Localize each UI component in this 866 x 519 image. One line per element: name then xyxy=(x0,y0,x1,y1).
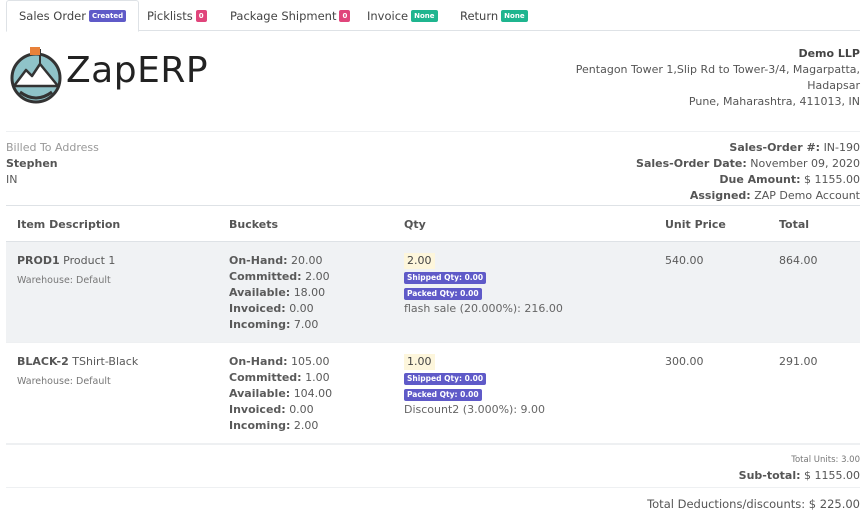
available-value: 18.00 xyxy=(293,286,326,299)
table-header: Item Description Buckets Qty Unit Price … xyxy=(6,205,860,242)
status-badge: None xyxy=(501,9,528,22)
committed-value: 2.00 xyxy=(305,270,330,283)
packed-qty-badge: Packed Qty: 0.00 xyxy=(404,389,482,401)
incoming-label: Incoming: xyxy=(229,419,291,432)
count-badge: 0 xyxy=(339,9,351,22)
mountain-circle-logo-icon xyxy=(10,47,62,104)
item-sku: PROD1 xyxy=(17,254,60,267)
committed-label: Committed: xyxy=(229,270,302,283)
logo-text: ZapERP xyxy=(66,50,209,91)
shipped-qty-badge: Shipped Qty: 0.00 xyxy=(404,272,487,284)
onhand-label: On-Hand: xyxy=(229,355,288,368)
billed-label: Billed To Address xyxy=(6,141,99,154)
count-badge: 0 xyxy=(195,9,207,22)
order-date-label: Sales-Order Date: xyxy=(636,157,747,170)
item-name: TShirt-Black xyxy=(72,355,139,368)
company-logo: ZapERP xyxy=(10,46,208,104)
customer-name: Stephen xyxy=(6,157,58,170)
buckets: On-Hand: 105.00 Committed: 1.00 Availabl… xyxy=(229,354,332,434)
item-warehouse: Warehouse: Default xyxy=(17,376,111,387)
order-number: IN-190 xyxy=(823,141,860,154)
tab-label: Sales Order xyxy=(19,9,86,23)
total-units: Total Units: 3.00 xyxy=(791,455,860,465)
header-item: Item Description xyxy=(17,218,121,231)
divider xyxy=(6,487,860,488)
qty-cell: 1.00 Shipped Qty: 0.00 Packed Qty: 0.00 … xyxy=(404,354,545,418)
available-label: Available: xyxy=(229,286,291,299)
item-description: BLACK-2 TShirt-Black Warehouse: Default xyxy=(17,354,138,390)
incoming-value: 2.00 xyxy=(293,419,319,432)
buckets: On-Hand: 20.00 Committed: 2.00 Available… xyxy=(229,253,330,333)
order-meta: Sales-Order #: IN-190 Sales-Order Date: … xyxy=(636,140,860,204)
tab-package-shipment[interactable]: Package Shipment 0 xyxy=(230,0,351,31)
status-badge: None xyxy=(411,9,438,22)
header-total: Total xyxy=(779,218,810,231)
due-amount: $ 1155.00 xyxy=(804,173,860,186)
invoiced-value: 0.00 xyxy=(289,302,314,315)
due-amount-label: Due Amount: xyxy=(719,173,801,186)
order-number-label: Sales-Order #: xyxy=(729,141,821,154)
divider xyxy=(6,131,860,132)
line-total: 291.00 xyxy=(779,355,818,368)
invoiced-label: Invoiced: xyxy=(229,403,286,416)
unit-price: 540.00 xyxy=(665,254,704,267)
packed-qty-badge: Packed Qty: 0.00 xyxy=(404,288,482,300)
tab-label: Package Shipment xyxy=(230,8,337,23)
shipped-qty-badge: Shipped Qty: 0.00 xyxy=(404,373,487,385)
header-unit-price: Unit Price xyxy=(665,218,726,231)
billed-to-address: Billed To Address Stephen IN xyxy=(6,140,99,188)
status-badge: Created xyxy=(88,10,127,22)
incoming-value: 7.00 xyxy=(293,318,319,331)
committed-value: 1.00 xyxy=(305,371,330,384)
qty-value[interactable]: 1.00 xyxy=(404,354,435,370)
available-label: Available: xyxy=(229,387,291,400)
tab-label: Picklists xyxy=(147,8,193,23)
assigned-to: ZAP Demo Account xyxy=(754,189,860,202)
discount-text: flash sale (20.000%): 216.00 xyxy=(404,302,563,315)
unit-price: 300.00 xyxy=(665,355,704,368)
company-name: Demo LLP xyxy=(798,47,860,60)
subtotal-value: $ 1155.00 xyxy=(804,469,860,482)
tab-label: Invoice xyxy=(367,8,409,23)
onhand-label: On-Hand: xyxy=(229,254,288,267)
tab-bar: Sales Order Created Picklists 0 Package … xyxy=(6,0,860,32)
committed-label: Committed: xyxy=(229,371,302,384)
table-row: PROD1 Product 1 Warehouse: Default On-Ha… xyxy=(6,242,860,343)
assigned-label: Assigned: xyxy=(689,189,751,202)
item-name: Product 1 xyxy=(63,254,116,267)
subtotal: Sub-total: $ 1155.00 xyxy=(739,469,860,482)
divider xyxy=(6,444,860,445)
invoiced-value: 0.00 xyxy=(289,403,314,416)
tab-label: Return xyxy=(460,8,499,23)
tab-invoice[interactable]: Invoice None xyxy=(367,0,438,31)
total-deductions: Total Deductions/discounts: $ 225.00 xyxy=(647,497,860,511)
tab-sales-order[interactable]: Sales Order Created xyxy=(6,0,140,32)
incoming-label: Incoming: xyxy=(229,318,291,331)
header-buckets: Buckets xyxy=(229,218,279,231)
tab-return[interactable]: Return None xyxy=(460,0,528,31)
customer-country: IN xyxy=(6,173,18,186)
order-date: November 09, 2020 xyxy=(750,157,860,170)
item-sku: BLACK-2 xyxy=(17,355,69,368)
tab-picklists[interactable]: Picklists 0 xyxy=(147,0,207,31)
discount-text: Discount2 (3.000%): 9.00 xyxy=(404,403,546,416)
subtotal-label: Sub-total: xyxy=(738,469,801,482)
qty-value[interactable]: 2.00 xyxy=(404,253,435,269)
item-description: PROD1 Product 1 Warehouse: Default xyxy=(17,253,115,289)
address-line: Hadapsar xyxy=(807,79,860,92)
invoiced-label: Invoiced: xyxy=(229,302,286,315)
company-address: Demo LLP Pentagon Tower 1,Slip Rd to Tow… xyxy=(576,46,860,110)
address-line: Pune, Maharashtra, 411013, IN xyxy=(688,95,860,108)
item-warehouse: Warehouse: Default xyxy=(17,275,111,286)
table-row: BLACK-2 TShirt-Black Warehouse: Default … xyxy=(6,343,860,444)
available-value: 104.00 xyxy=(293,387,333,400)
line-total: 864.00 xyxy=(779,254,818,267)
qty-cell: 2.00 Shipped Qty: 0.00 Packed Qty: 0.00 … xyxy=(404,253,563,317)
onhand-value: 20.00 xyxy=(290,254,323,267)
header-qty: Qty xyxy=(404,218,426,231)
onhand-value: 105.00 xyxy=(290,355,330,368)
line-items-table: Item Description Buckets Qty Unit Price … xyxy=(6,205,860,444)
address-line: Pentagon Tower 1,Slip Rd to Tower-3/4, M… xyxy=(575,63,860,76)
